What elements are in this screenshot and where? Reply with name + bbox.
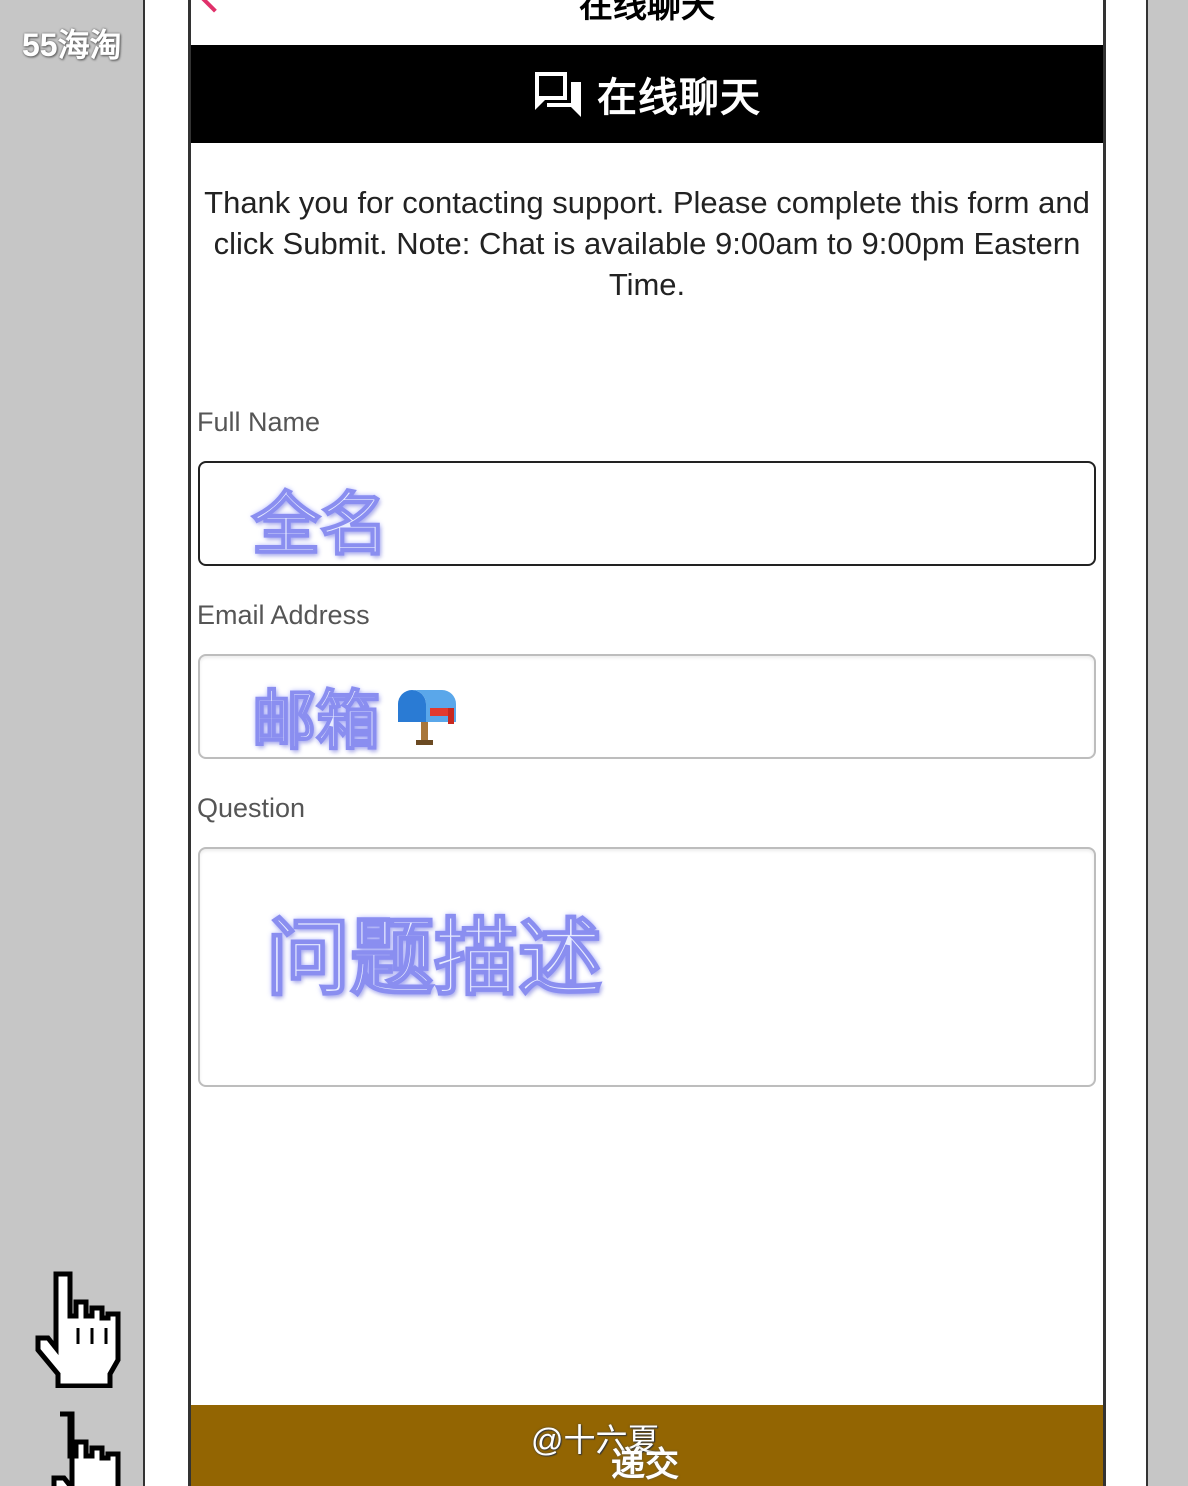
full-name-annotation: 全名 xyxy=(251,485,389,566)
header-title: 在线聊天 xyxy=(597,76,761,120)
pointing-hand-icon xyxy=(34,1270,128,1393)
left-gray-band xyxy=(0,0,143,1486)
stage: 55海淘 在线聊天 在线聊天 Thank you for contacting … xyxy=(0,0,1188,1486)
submit-button[interactable]: @十六夏 递交 xyxy=(191,1405,1103,1486)
full-name-input[interactable]: 全名 xyxy=(198,461,1096,566)
question-label: Question xyxy=(197,793,306,823)
submit-label: 递交 xyxy=(611,1446,679,1484)
nav-title: 在线聊天 xyxy=(579,0,715,25)
intro-text: Thank you for contacting support. Please… xyxy=(204,185,1090,302)
right-gray-band xyxy=(1148,0,1188,1486)
mailbox-icon xyxy=(394,686,460,751)
email-annotation: 邮箱 xyxy=(251,684,381,760)
top-navigation-bar: 在线聊天 xyxy=(191,0,1103,45)
phone-screen: 在线聊天 在线聊天 Thank you for contacting suppo… xyxy=(188,0,1106,1486)
email-label: Email Address xyxy=(197,600,370,630)
chat-header: 在线聊天 xyxy=(191,45,1103,143)
question-textarea[interactable]: 问题描述 xyxy=(198,847,1096,1087)
watermark-logo: 55海淘 xyxy=(22,27,122,63)
chat-bubbles-icon xyxy=(533,70,583,118)
pointing-hand-icon-2 xyxy=(34,1410,128,1486)
question-annotation: 问题描述 xyxy=(265,908,603,1008)
full-name-label: Full Name xyxy=(197,407,321,437)
email-input[interactable]: 邮箱 xyxy=(198,654,1096,760)
